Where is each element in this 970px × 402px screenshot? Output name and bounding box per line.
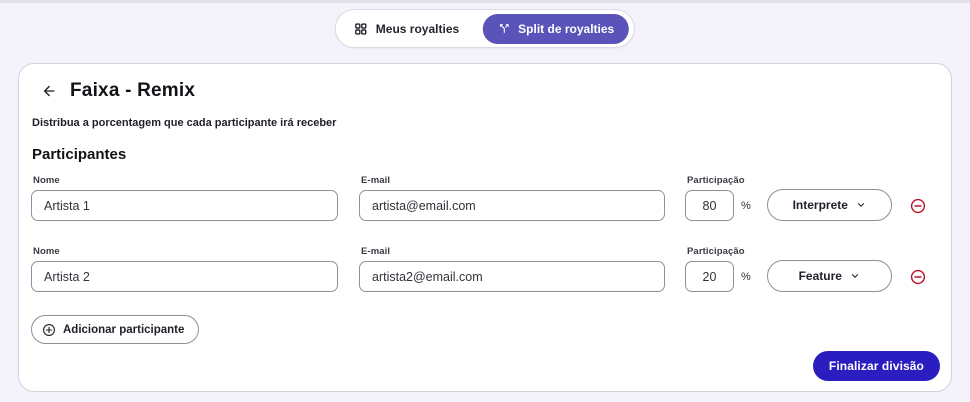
role-dropdown-2-value: Feature <box>799 269 842 283</box>
percent-sign: % <box>741 271 751 283</box>
share-input-1[interactable] <box>685 190 734 221</box>
share-input-2[interactable] <box>685 261 734 292</box>
add-participant-label: Adicionar participante <box>63 324 184 336</box>
percent-sign: % <box>741 200 751 212</box>
email-input-2[interactable] <box>359 261 665 292</box>
share-label: Participação <box>685 246 734 257</box>
plus-circle-icon <box>42 323 56 337</box>
participant-row: Nome E-mail Participação % Interprete <box>31 175 939 221</box>
email-label: E-mail <box>359 175 665 186</box>
tab-split-de-royalties[interactable]: Split de royalties <box>483 14 629 44</box>
name-label: Nome <box>31 175 338 186</box>
tab-meus-royalties-label: Meus royalties <box>376 22 459 36</box>
chevron-down-icon <box>850 271 860 281</box>
tab-meus-royalties[interactable]: Meus royalties <box>336 14 483 43</box>
name-label: Nome <box>31 246 338 257</box>
back-button[interactable] <box>39 81 59 101</box>
remove-participant-button-2[interactable] <box>910 269 926 285</box>
minus-circle-icon <box>910 198 926 214</box>
tab-split-de-royalties-label: Split de royalties <box>518 22 614 36</box>
page-title: Faixa - Remix <box>70 80 195 102</box>
split-icon <box>498 22 511 35</box>
split-royalties-card: Faixa - Remix Distribua a porcentagem qu… <box>18 63 952 392</box>
add-participant-button[interactable]: Adicionar participante <box>31 315 199 344</box>
role-dropdown-1[interactable]: Interprete <box>767 189 892 221</box>
card-header: Faixa - Remix <box>31 80 939 102</box>
back-arrow-icon <box>41 83 57 99</box>
role-dropdown-2[interactable]: Feature <box>767 260 892 292</box>
finalize-split-button[interactable]: Finalizar divisão <box>813 351 940 381</box>
participant-row: Nome E-mail Participação % Feature <box>31 246 939 292</box>
remove-participant-button-1[interactable] <box>910 198 926 214</box>
participants-section-title: Participantes <box>31 146 939 163</box>
name-input-2[interactable] <box>31 261 338 292</box>
royalties-toggle: Meus royalties Split de royalties <box>335 9 635 48</box>
chevron-down-icon <box>856 200 866 210</box>
email-input-1[interactable] <box>359 190 665 221</box>
role-dropdown-1-value: Interprete <box>793 198 848 212</box>
page-subtitle: Distribua a porcentagem que cada partici… <box>31 117 939 129</box>
email-label: E-mail <box>359 246 665 257</box>
name-input-1[interactable] <box>31 190 338 221</box>
grid-icon <box>354 22 368 36</box>
share-label: Participação <box>685 175 734 186</box>
minus-circle-icon <box>910 269 926 285</box>
